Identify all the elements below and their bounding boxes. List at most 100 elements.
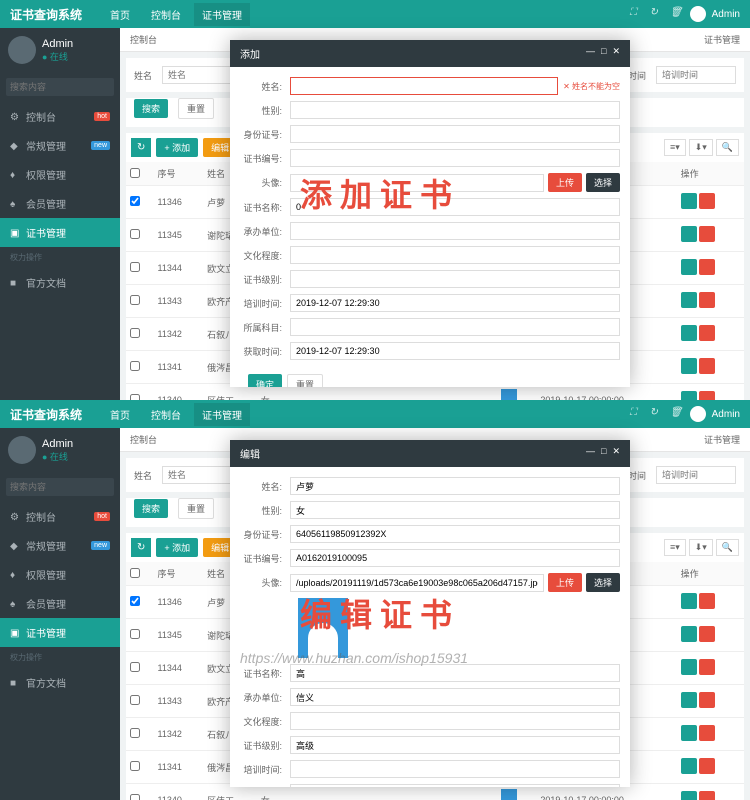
export-button[interactable]: ⬇▾ xyxy=(689,539,713,556)
row-delete-button[interactable] xyxy=(699,692,715,708)
input-certname[interactable] xyxy=(290,198,620,216)
input-sex[interactable] xyxy=(290,101,620,119)
input-org[interactable] xyxy=(290,688,620,706)
row-edit-button[interactable] xyxy=(681,259,697,275)
row-checkbox[interactable] xyxy=(130,196,140,206)
input-traintime[interactable] xyxy=(290,294,620,312)
input-certlevel[interactable] xyxy=(290,270,620,288)
refresh-button[interactable]: ↻ xyxy=(131,138,151,157)
sidebar-item-member[interactable]: ♠会员管理 xyxy=(0,589,120,618)
input-edu[interactable] xyxy=(290,246,620,264)
sidebar-item-regular[interactable]: ◆常规管理new xyxy=(0,531,120,560)
confirm-button[interactable]: 确定 xyxy=(248,374,282,387)
input-name[interactable] xyxy=(290,77,558,95)
input-certlevel[interactable] xyxy=(290,736,620,754)
row-edit-button[interactable] xyxy=(681,659,697,675)
row-checkbox[interactable] xyxy=(130,295,140,305)
input-traintime[interactable] xyxy=(290,760,620,778)
row-delete-button[interactable] xyxy=(699,391,715,400)
row-edit-button[interactable] xyxy=(681,593,697,609)
reset-button[interactable]: 重置 xyxy=(178,498,214,519)
row-checkbox[interactable] xyxy=(130,728,140,738)
row-edit-button[interactable] xyxy=(681,758,697,774)
sidebar-item-cert[interactable]: ▣证书管理 xyxy=(0,218,120,247)
nav-cert[interactable]: 证书管理 xyxy=(194,403,250,426)
input-avatar[interactable] xyxy=(290,574,544,592)
select-button[interactable]: 选择 xyxy=(586,173,620,192)
input-name[interactable] xyxy=(290,477,620,495)
avatar-icon[interactable] xyxy=(690,406,706,422)
sidebar-item-docs[interactable]: ■官方文档 xyxy=(0,268,120,297)
row-delete-button[interactable] xyxy=(699,325,715,341)
row-checkbox[interactable] xyxy=(130,662,140,672)
upload-button[interactable]: 上传 xyxy=(548,173,582,192)
nav-console[interactable]: 控制台 xyxy=(143,403,189,426)
sidebar-item-docs[interactable]: ■官方文档 xyxy=(0,668,120,697)
input-subject[interactable] xyxy=(290,784,620,787)
row-delete-button[interactable] xyxy=(699,226,715,242)
modal-reset-button[interactable]: 重置 xyxy=(287,374,323,387)
sidebar-item-permission[interactable]: ♦权限管理 xyxy=(0,160,120,189)
sidebar-search[interactable] xyxy=(6,478,114,496)
username[interactable]: Admin xyxy=(712,409,740,420)
row-delete-button[interactable] xyxy=(699,259,715,275)
sidebar-item-console[interactable]: ⚙控制台hot xyxy=(0,502,120,531)
refresh-button[interactable]: ↻ xyxy=(131,538,151,557)
upload-button[interactable]: 上传 xyxy=(548,573,582,592)
row-checkbox[interactable] xyxy=(130,695,140,705)
export-button[interactable]: ⬇▾ xyxy=(689,139,713,156)
view-toggle[interactable]: ≡▾ xyxy=(664,139,686,156)
maximize-icon[interactable]: □ xyxy=(601,446,606,456)
row-edit-button[interactable] xyxy=(681,791,697,800)
sidebar-item-console[interactable]: ⚙控制台hot xyxy=(0,102,120,131)
row-checkbox[interactable] xyxy=(130,794,140,800)
row-edit-button[interactable] xyxy=(681,226,697,242)
input-edu[interactable] xyxy=(290,712,620,730)
input-sex[interactable] xyxy=(290,501,620,519)
input-org[interactable] xyxy=(290,222,620,240)
row-checkbox[interactable] xyxy=(130,328,140,338)
row-delete-button[interactable] xyxy=(699,725,715,741)
input-idcard[interactable] xyxy=(290,125,620,143)
select-all[interactable] xyxy=(130,168,140,178)
nav-console[interactable]: 控制台 xyxy=(143,3,189,26)
sidebar-item-cert[interactable]: ▣证书管理 xyxy=(0,618,120,647)
row-delete-button[interactable] xyxy=(699,626,715,642)
row-checkbox[interactable] xyxy=(130,596,140,606)
row-edit-button[interactable] xyxy=(681,325,697,341)
row-delete-button[interactable] xyxy=(699,593,715,609)
row-edit-button[interactable] xyxy=(681,193,697,209)
filter-traintime[interactable] xyxy=(656,66,736,84)
row-delete-button[interactable] xyxy=(699,659,715,675)
avatar-icon[interactable] xyxy=(690,6,706,22)
row-delete-button[interactable] xyxy=(699,358,715,374)
row-delete-button[interactable] xyxy=(699,791,715,800)
input-avatar[interactable] xyxy=(290,174,544,192)
close-icon[interactable]: ✕ xyxy=(612,46,620,56)
input-certno[interactable] xyxy=(290,149,620,167)
username[interactable]: Admin xyxy=(712,9,740,20)
row-checkbox[interactable] xyxy=(130,262,140,272)
row-edit-button[interactable] xyxy=(681,391,697,400)
row-checkbox[interactable] xyxy=(130,761,140,771)
sidebar-item-regular[interactable]: ◆常规管理new xyxy=(0,131,120,160)
add-button[interactable]: + 添加 xyxy=(156,538,198,557)
reset-button[interactable]: 重置 xyxy=(178,98,214,119)
nav-cert[interactable]: 证书管理 xyxy=(194,3,250,26)
view-toggle[interactable]: ≡▾ xyxy=(664,539,686,556)
row-edit-button[interactable] xyxy=(681,725,697,741)
input-subject[interactable] xyxy=(290,318,620,336)
sidebar-item-permission[interactable]: ♦权限管理 xyxy=(0,560,120,589)
fullscreen-icon[interactable]: ⛶ xyxy=(630,407,644,421)
search-button[interactable]: 搜索 xyxy=(134,99,168,118)
nav-home[interactable]: 首页 xyxy=(102,3,138,26)
select-button[interactable]: 选择 xyxy=(586,573,620,592)
row-checkbox[interactable] xyxy=(130,229,140,239)
fullscreen-icon[interactable]: ⛶ xyxy=(630,7,644,21)
close-icon[interactable]: ✕ xyxy=(612,446,620,456)
row-delete-button[interactable] xyxy=(699,193,715,209)
input-certname[interactable] xyxy=(290,664,620,682)
nav-home[interactable]: 首页 xyxy=(102,403,138,426)
select-all[interactable] xyxy=(130,568,140,578)
maximize-icon[interactable]: □ xyxy=(601,46,606,56)
